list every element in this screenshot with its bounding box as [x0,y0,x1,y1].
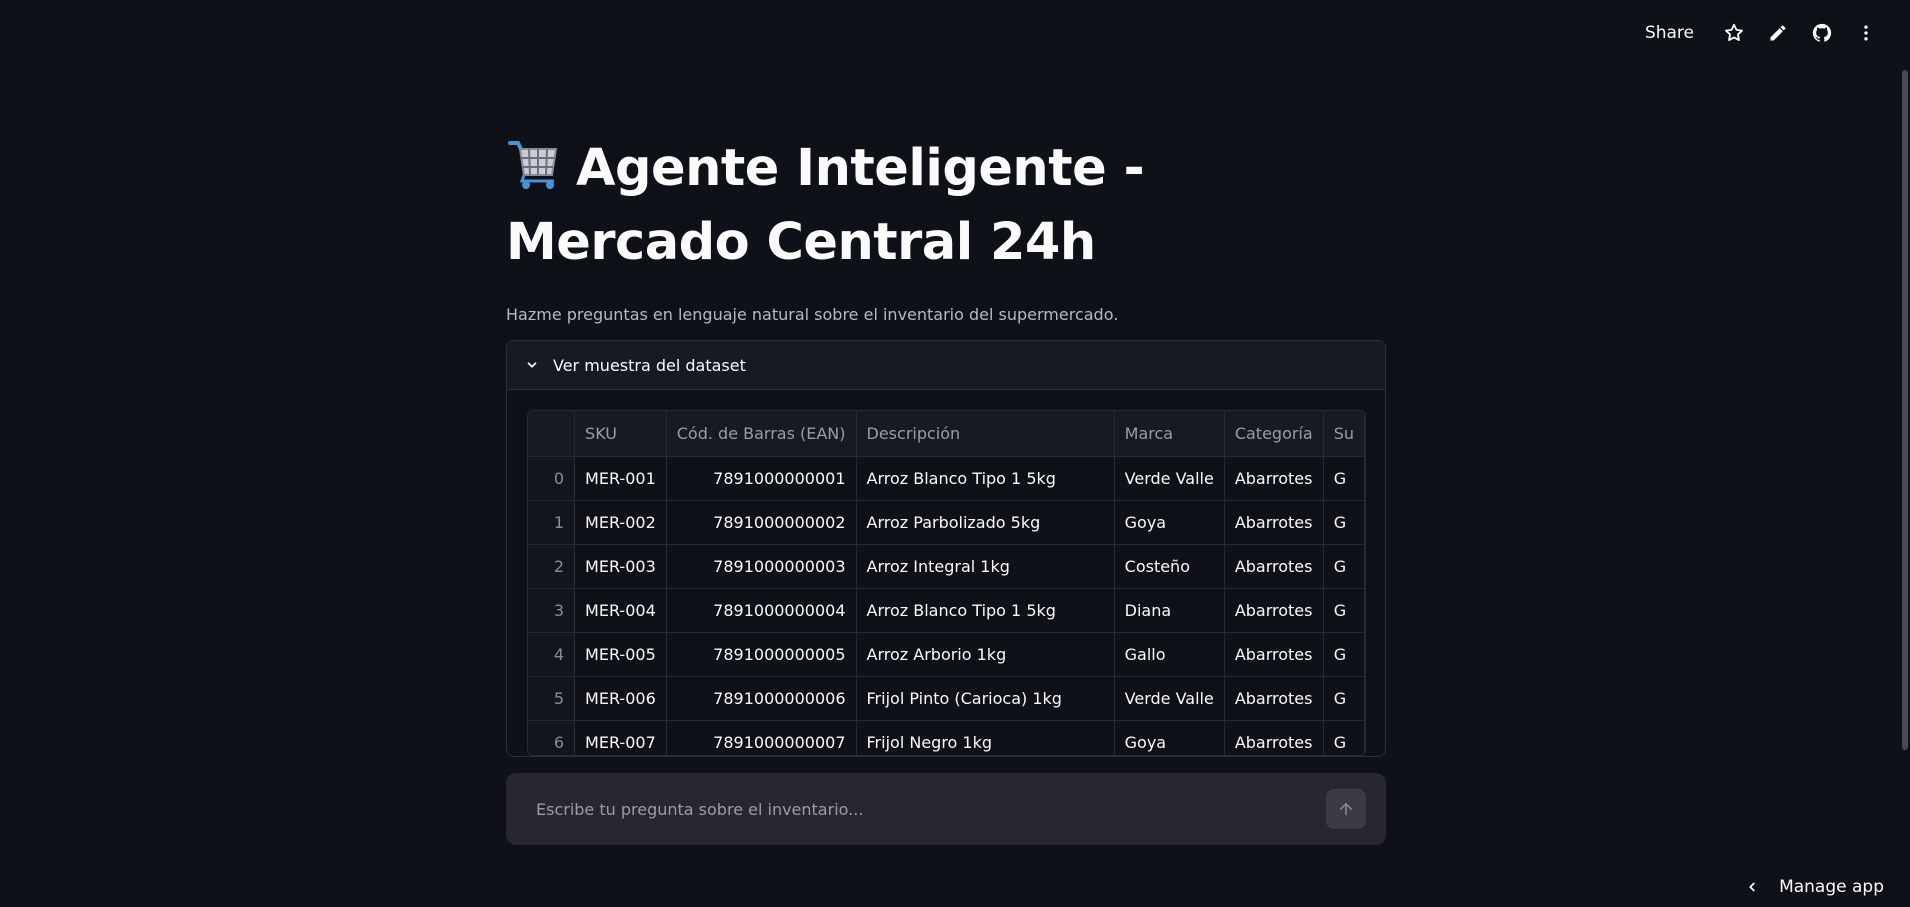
app-toolbar: Share [0,0,1910,66]
column-header[interactable]: Categoría [1224,411,1324,457]
row-index-cell[interactable]: 5 [528,676,576,721]
table-cell[interactable]: Abarrotes [1224,500,1324,545]
share-button[interactable]: Share [1645,23,1694,43]
table-cell[interactable]: MER-005 [574,632,667,677]
row-index-cell[interactable]: 4 [528,632,576,677]
column-header[interactable]: Marca [1114,411,1225,457]
table-cell[interactable]: MER-003 [574,544,667,589]
table-cell[interactable]: 7891000000006 [666,676,857,721]
page-title-text: Agente Inteligente - Mercado Central 24h [506,139,1145,272]
page-scrollbar[interactable] [1902,70,1908,750]
table-cell[interactable]: Frijol Pinto (Carioca) 1kg [856,676,1115,721]
table-cell[interactable]: Abarrotes [1224,720,1324,755]
table-cell[interactable]: G [1323,720,1365,755]
column-header[interactable]: SKU [574,411,667,457]
table-cell[interactable]: G [1323,544,1365,589]
table-header-row: SKU Cód. de Barras (EAN) Descripción Marca C… [528,411,1365,457]
table-row[interactable]: 1 MER-002 7891000000002 Arroz Parbolizado 5… [528,500,1365,545]
column-header[interactable]: Descripción [856,411,1115,457]
table-cell[interactable]: 7891000000005 [666,632,857,677]
table-cell[interactable]: 7891000000004 [666,588,857,633]
table-cell[interactable]: Verde Valle [1114,456,1225,501]
main-content: Agente Inteligente - Mercado Central 24h… [506,135,1386,757]
table-cell[interactable]: Arroz Blanco Tipo 1 5kg [856,588,1115,633]
table-cell[interactable]: Goya [1114,720,1225,755]
page-title: Agente Inteligente - Mercado Central 24h [506,135,1386,277]
table-cell[interactable]: G [1323,676,1365,721]
table-cell[interactable]: Frijol Negro 1kg [856,720,1115,755]
table-cell[interactable]: 7891000000007 [666,720,857,755]
send-button[interactable] [1326,789,1366,829]
pencil-icon[interactable] [1756,11,1800,55]
table-cell[interactable]: 7891000000002 [666,500,857,545]
table-cell[interactable]: Arroz Integral 1kg [856,544,1115,589]
table-row[interactable]: 3 MER-004 7891000000004 Arroz Blanco Tipo 1… [528,588,1365,633]
row-index-cell[interactable]: 0 [528,456,576,501]
table-cell[interactable]: 7891000000003 [666,544,857,589]
row-index-cell[interactable]: 6 [528,720,576,755]
table-cell[interactable]: Diana [1114,588,1225,633]
table-cell[interactable]: Abarrotes [1224,588,1324,633]
row-index-cell[interactable]: 2 [528,544,576,589]
table-cell[interactable]: Verde Valle [1114,676,1225,721]
table-row[interactable]: 2 MER-003 7891000000003 Arroz Integral 1kg C… [528,544,1365,589]
dataset-expander: Ver muestra del dataset SKU Cód. de Barra… [506,340,1386,757]
table-cell[interactable]: Arroz Parbolizado 5kg [856,500,1115,545]
table-cell[interactable]: MER-002 [574,500,667,545]
table-cell[interactable]: MER-001 [574,456,667,501]
table-cell[interactable]: Arroz Arborio 1kg [856,632,1115,677]
chat-input-container: Escribe tu pregunta sobre el inventario.… [506,773,1386,845]
row-index-cell[interactable]: 3 [528,588,576,633]
table-cell[interactable]: G [1323,500,1365,545]
table-cell[interactable]: MER-007 [574,720,667,755]
table-cell[interactable]: Abarrotes [1224,632,1324,677]
table-cell[interactable]: MER-004 [574,588,667,633]
table-cell[interactable]: G [1323,456,1365,501]
more-vertical-icon[interactable] [1844,11,1888,55]
star-icon[interactable] [1712,11,1756,55]
chevron-down-icon [525,358,539,372]
table-cell[interactable]: 7891000000001 [666,456,857,501]
dataset-expander-label: Ver muestra del dataset [553,355,746,375]
chevron-left-icon [1745,880,1759,894]
chat-input[interactable]: Escribe tu pregunta sobre el inventario.… [536,800,1326,819]
table-cell[interactable]: Abarrotes [1224,456,1324,501]
github-icon[interactable] [1800,11,1844,55]
table-row[interactable]: 6 MER-007 7891000000007 Frijol Negro 1kg Goy… [528,720,1365,755]
table-row[interactable]: 4 MER-005 7891000000005 Arroz Arborio 1kg Ga… [528,632,1365,677]
table-cell[interactable]: G [1323,588,1365,633]
shopping-cart-emoji [506,137,562,209]
manage-app-button[interactable]: Manage app [1745,867,1884,907]
table-row[interactable]: 0 MER-001 7891000000001 Arroz Blanco Tipo 1… [528,456,1365,501]
table-cell[interactable]: MER-006 [574,676,667,721]
page-subtitle: Hazme preguntas en lenguaje natural sobr… [506,305,1119,324]
index-column-header[interactable] [528,411,576,457]
table-cell[interactable]: Goya [1114,500,1225,545]
table-cell[interactable]: Arroz Blanco Tipo 1 5kg [856,456,1115,501]
table-cell[interactable]: Gallo [1114,632,1225,677]
table-cell[interactable]: G [1323,632,1365,677]
table-cell[interactable]: Abarrotes [1224,544,1324,589]
column-header[interactable]: Cód. de Barras (EAN) [666,411,857,457]
row-index-cell[interactable]: 1 [528,500,576,545]
manage-app-label: Manage app [1779,877,1884,897]
arrow-up-icon [1340,803,1352,815]
dataset-table[interactable]: SKU Cód. de Barras (EAN) Descripción Marca C… [527,410,1366,756]
dataset-expander-header[interactable]: Ver muestra del dataset [507,341,1385,390]
table-cell[interactable]: Costeño [1114,544,1225,589]
column-header[interactable]: Su [1323,411,1365,457]
table-cell[interactable]: Abarrotes [1224,676,1324,721]
table-row[interactable]: 5 MER-006 7891000000006 Frijol Pinto (Cario… [528,676,1365,721]
